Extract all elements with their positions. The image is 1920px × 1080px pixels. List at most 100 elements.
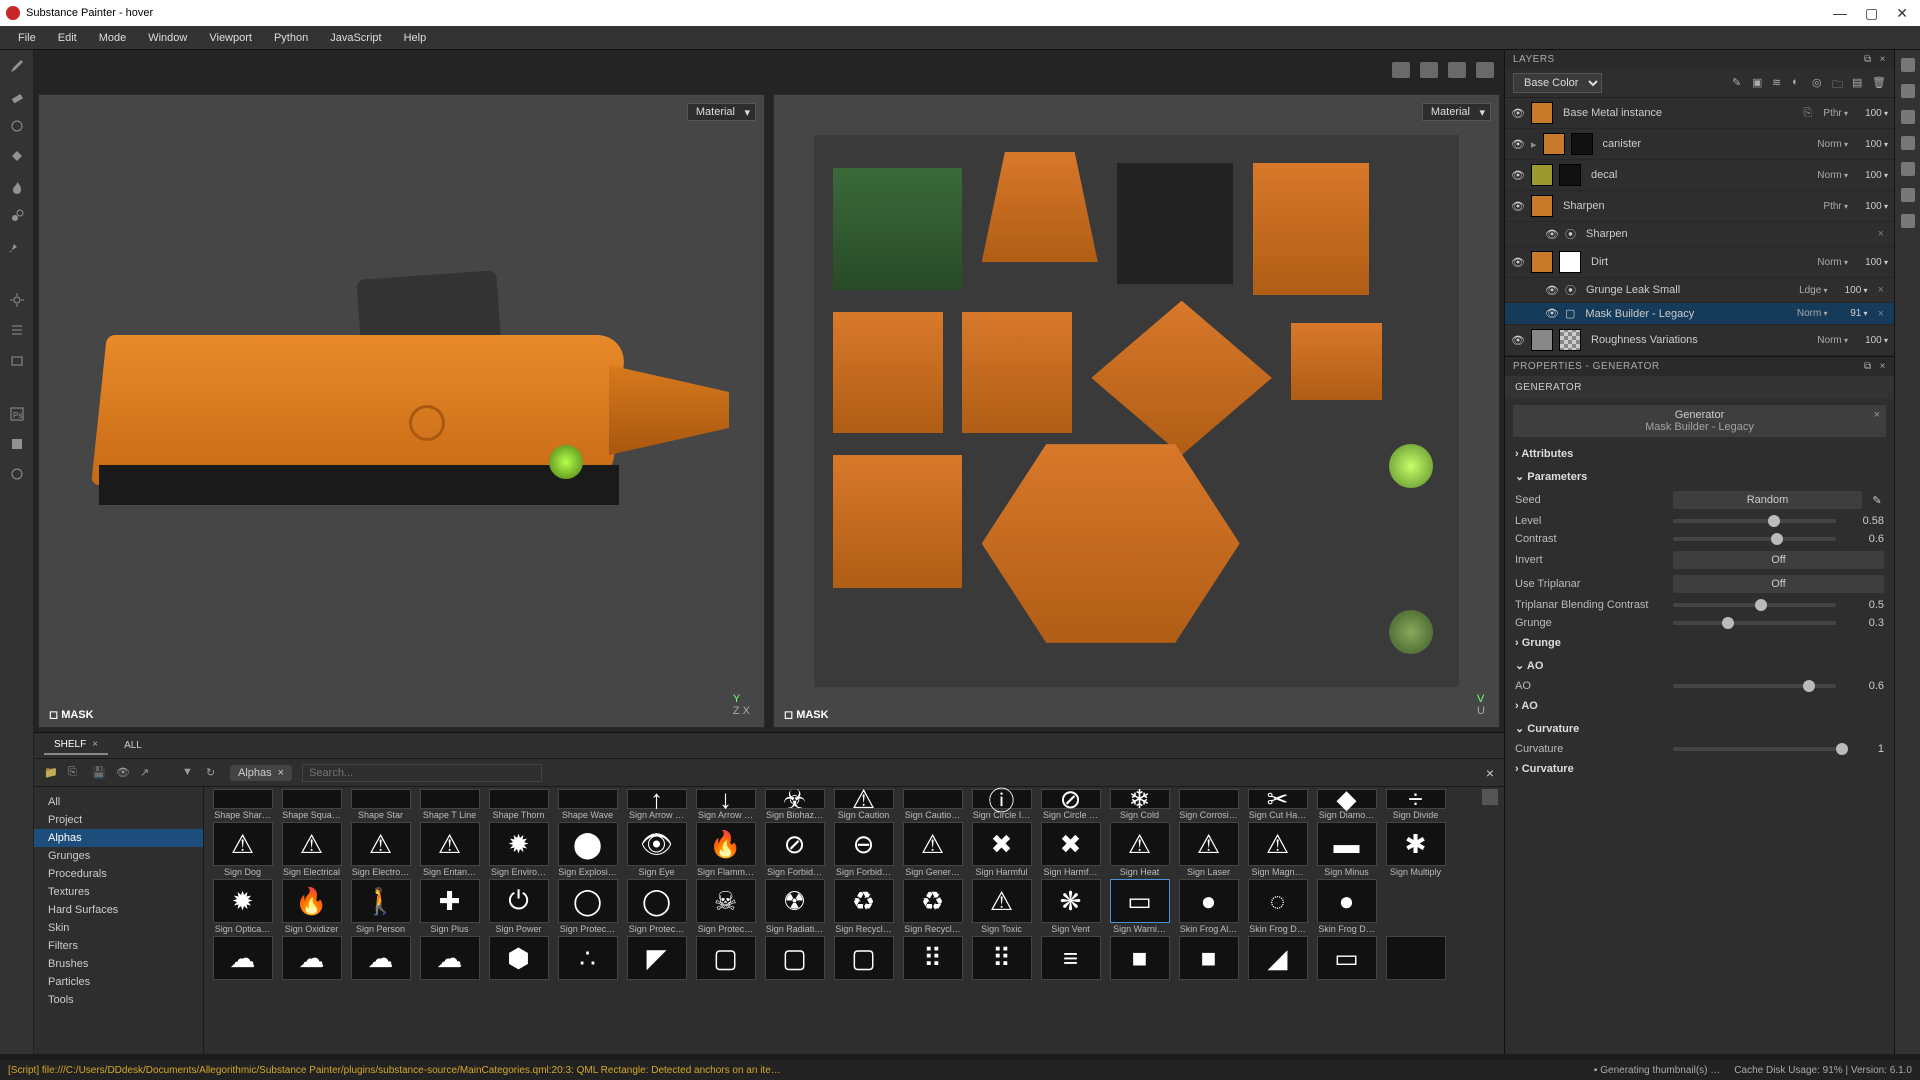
material-dropdown-3d[interactable]: Material: [687, 103, 756, 121]
viewport-2d[interactable]: Material VU MASK: [773, 94, 1500, 728]
shelf-item[interactable]: ↑Sign Arrow …: [624, 789, 689, 820]
shelf-item[interactable]: ⚠Sign Magn…: [1245, 822, 1310, 877]
visibility-icon[interactable]: 👁: [1545, 284, 1559, 297]
shelf-item[interactable]: ●Skin Frog Al…: [1176, 879, 1241, 934]
blend-mode[interactable]: Ldge: [1799, 285, 1832, 296]
shelf-item[interactable]: Shape Shar…: [210, 789, 275, 820]
shelf-cat-brushes[interactable]: Brushes: [34, 955, 203, 973]
param-value[interactable]: 1: [1844, 743, 1884, 755]
blend-mode[interactable]: Norm: [1817, 335, 1852, 346]
shelf-item[interactable]: ✹Sign Enviro…: [486, 822, 551, 877]
projection-icon[interactable]: [9, 118, 25, 134]
shelf-item[interactable]: ✱Sign Multiply: [1383, 822, 1448, 877]
fill-icon[interactable]: [9, 148, 25, 164]
shelf-item[interactable]: ÷Sign Divide: [1383, 789, 1448, 820]
shelf-item[interactable]: ⊘Sign Forbid…: [762, 822, 827, 877]
undock-icon[interactable]: ⧉: [1864, 54, 1872, 65]
perspective-icon[interactable]: [1392, 62, 1410, 78]
remove-effect-icon[interactable]: ×: [1874, 284, 1888, 296]
light-icon[interactable]: [1901, 110, 1915, 124]
opacity-value[interactable]: 100: [1838, 285, 1868, 296]
visibility-icon[interactable]: 👁: [1511, 107, 1525, 120]
search-input[interactable]: [309, 767, 529, 779]
shelf-item[interactable]: ♻Sign Recycl…: [900, 879, 965, 934]
close-panel-icon[interactable]: ×: [1880, 54, 1886, 65]
layer-row[interactable]: 👁▢Mask Builder - LegacyNorm91×: [1505, 303, 1894, 325]
layer-row[interactable]: 👁decalNorm100: [1505, 160, 1894, 191]
substance-icon[interactable]: [9, 466, 25, 482]
shelf-item[interactable]: Shape Wave: [555, 789, 620, 820]
shelf-item[interactable]: ❋Sign Vent: [1038, 879, 1103, 934]
shelf-item[interactable]: ⚠Sign Caution: [831, 789, 896, 820]
menu-window[interactable]: Window: [138, 30, 197, 46]
shelf-item[interactable]: ⬤Sign Explosi…: [555, 822, 620, 877]
param-button[interactable]: Random: [1673, 491, 1862, 509]
smudge-icon[interactable]: [9, 178, 25, 194]
param-value[interactable]: 0.6: [1844, 533, 1884, 545]
shelf-tab-shelf[interactable]: Shelf×: [44, 736, 108, 755]
shelf-item[interactable]: ⠿: [900, 936, 965, 981]
hide-icon[interactable]: 👁: [116, 766, 130, 780]
shelf-item[interactable]: ⬢: [486, 936, 551, 981]
eraser-icon[interactable]: [9, 88, 25, 104]
brush-icon[interactable]: [9, 58, 25, 74]
section-grunge[interactable]: Grunge: [1505, 632, 1894, 654]
clear-generator-icon[interactable]: ×: [1874, 409, 1880, 421]
wand-icon[interactable]: ✎: [1732, 76, 1746, 90]
section-parameters[interactable]: Parameters: [1505, 465, 1894, 488]
close-props-icon[interactable]: ×: [1880, 361, 1886, 372]
filter-icon[interactable]: ▼: [182, 766, 196, 780]
param-value[interactable]: 0.58: [1844, 515, 1884, 527]
shelf-item[interactable]: ◤: [624, 936, 689, 981]
menu-javascript[interactable]: JavaScript: [320, 30, 391, 46]
resource-icon[interactable]: [9, 436, 25, 452]
shelf-item[interactable]: ⚠Sign Entan…: [417, 822, 482, 877]
shelf-cat-alphas[interactable]: Alphas: [34, 829, 203, 847]
param-slider[interactable]: [1673, 537, 1836, 541]
shelf-search[interactable]: [302, 764, 542, 782]
menu-edit[interactable]: Edit: [48, 30, 87, 46]
texset-icon[interactable]: [1901, 58, 1915, 72]
shelf-cat-skin[interactable]: Skin: [34, 919, 203, 937]
effect-icon[interactable]: ◐: [1792, 76, 1806, 90]
shelf-item[interactable]: ▢: [762, 936, 827, 981]
mask-thumb[interactable]: [1559, 164, 1581, 186]
shelf-item[interactable]: ◯Sign Protec…: [555, 879, 620, 934]
shelf-item[interactable]: ☢Sign Radiati…: [762, 879, 827, 934]
mask-icon[interactable]: ▣: [1752, 76, 1766, 90]
shelf-item[interactable]: 👁Sign Eye: [624, 822, 689, 877]
visibility-icon[interactable]: 👁: [1545, 307, 1559, 320]
viewport-3d[interactable]: Material YZ X MASK: [38, 94, 765, 728]
ps-icon[interactable]: Ps: [9, 406, 25, 422]
camera-icon[interactable]: [1448, 62, 1466, 78]
shelf-item[interactable]: ●Skin Frog D…: [1314, 879, 1379, 934]
edit-icon[interactable]: ✎: [1870, 494, 1884, 507]
param-value[interactable]: 0.3: [1844, 617, 1884, 629]
shelf-item[interactable]: ☣Sign Biohaz…: [762, 789, 827, 820]
mask-thumb[interactable]: [1571, 133, 1593, 155]
param-button[interactable]: Off: [1673, 551, 1884, 569]
layer-row[interactable]: 👁Roughness VariationsNorm100: [1505, 325, 1894, 356]
blend-mode[interactable]: Pthr: [1823, 108, 1852, 119]
visibility-icon[interactable]: 👁: [1511, 256, 1525, 269]
shelf-item[interactable]: Sign Corrosi…: [1176, 789, 1241, 820]
visibility-icon[interactable]: 👁: [1511, 138, 1525, 151]
list-icon[interactable]: [9, 322, 25, 338]
shelf-item[interactable]: ☁: [417, 936, 482, 981]
param-slider[interactable]: [1673, 519, 1836, 523]
shader-icon[interactable]: [1901, 162, 1915, 176]
shelf-item[interactable]: ☠Sign Protec…: [693, 879, 758, 934]
shelf-cat-particles[interactable]: Particles: [34, 973, 203, 991]
shelf-item[interactable]: ◢: [1245, 936, 1310, 981]
export-icon[interactable]: ↗: [140, 766, 154, 780]
import-icon[interactable]: ⎘: [68, 766, 82, 780]
shelf-item[interactable]: ⊘Sign Circle …: [1038, 789, 1103, 820]
shelf-cat-all[interactable]: All: [34, 793, 203, 811]
adjust-icon[interactable]: ≋: [1772, 76, 1786, 90]
blend-mode[interactable]: Norm: [1797, 308, 1832, 319]
visibility-icon[interactable]: 👁: [1511, 334, 1525, 347]
menu-file[interactable]: File: [8, 30, 46, 46]
shelf-item[interactable]: ▭Sign Warni…: [1107, 879, 1172, 934]
undock-props-icon[interactable]: ⧉: [1864, 361, 1872, 372]
shelf-item[interactable]: ⚠Sign Electrical: [279, 822, 344, 877]
